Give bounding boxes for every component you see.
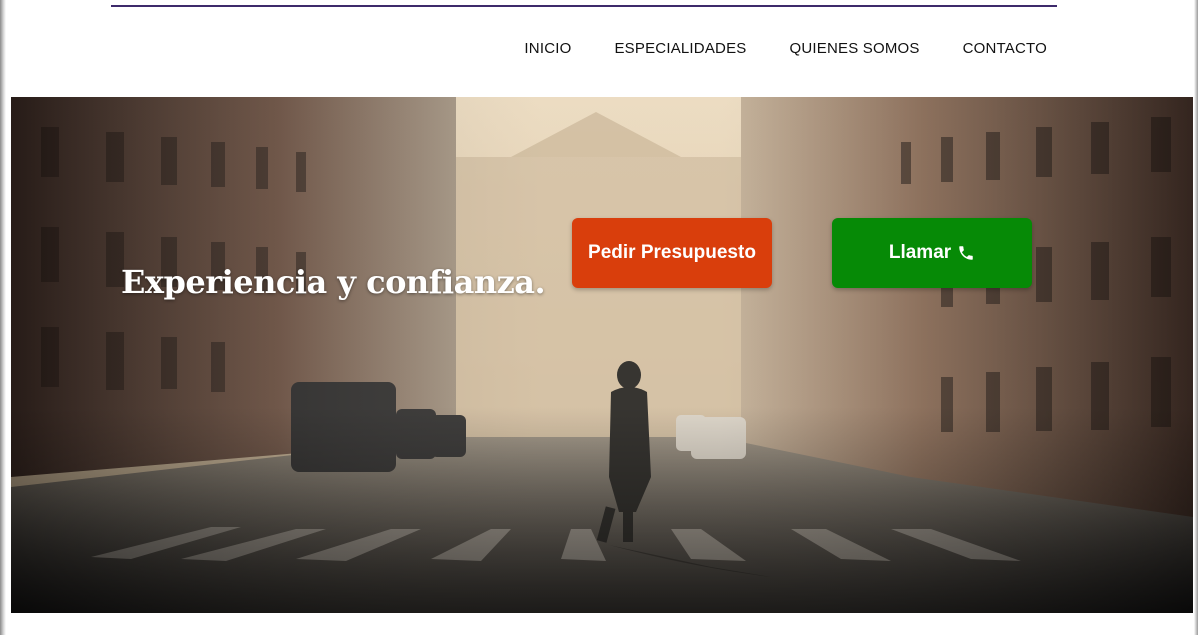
nav-item-inicio[interactable]: INICIO	[524, 38, 571, 60]
call-button[interactable]: Llamar	[832, 218, 1032, 288]
hero-title: Experiencia y confianza.	[121, 263, 546, 302]
request-quote-button[interactable]: Pedir Presupuesto	[572, 218, 772, 288]
request-quote-label: Pedir Presupuesto	[588, 242, 756, 263]
hero-banner: Experiencia y confianza. Pedir Presupues…	[11, 97, 1193, 613]
nav-item-quienes-somos[interactable]: QUIENES SOMOS	[789, 38, 919, 60]
header-top-rule	[111, 5, 1057, 7]
window-edge-right	[1194, 0, 1198, 635]
phone-icon	[957, 244, 975, 262]
page: INICIO ESPECIALIDADES QUIENES SOMOS CONT…	[0, 0, 1198, 635]
nav-item-contacto[interactable]: CONTACTO	[963, 38, 1047, 60]
nav-item-especialidades[interactable]: ESPECIALIDADES	[614, 38, 746, 60]
main-nav: INICIO ESPECIALIDADES QUIENES SOMOS CONT…	[524, 38, 1047, 60]
window-edge-left	[0, 0, 6, 635]
call-label: Llamar	[888, 242, 952, 263]
hero-background-image	[11, 97, 1193, 613]
